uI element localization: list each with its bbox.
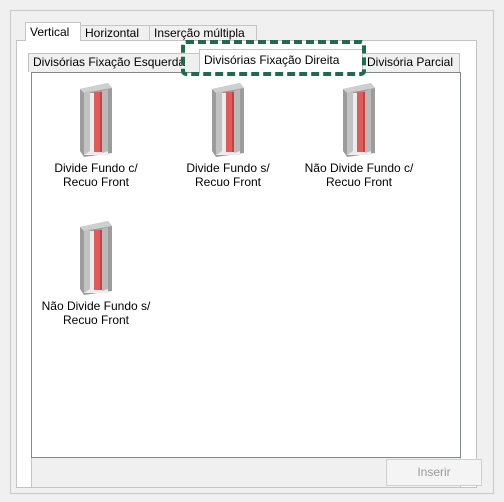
list-item-divide-fundo-s-recuo[interactable]: Divide Fundo s/ Recuo Front	[168, 83, 288, 189]
item-label-line1: Não Divide Fundo s/	[41, 299, 151, 313]
item-label-line2: Recuo Front	[325, 175, 393, 189]
list-item-divide-fundo-c-recuo[interactable]: Divide Fundo c/ Recuo Front	[36, 83, 156, 189]
tab-horizontal[interactable]: Horizontal	[80, 25, 150, 41]
cabinet-divider-icon	[343, 83, 375, 157]
tab-insercao-multipla[interactable]: Inserção múltipla	[149, 25, 257, 41]
tab-divisoria-parcial[interactable]: Divisória Parcial	[362, 53, 460, 72]
item-label-line2: Recuo Front	[62, 313, 130, 327]
insert-button[interactable]: Inserir	[386, 459, 482, 486]
list-item-nao-divide-fundo-c-recuo[interactable]: Não Divide Fundo c/ Recuo Front	[299, 83, 419, 189]
item-label-line2: Recuo Front	[194, 175, 262, 189]
item-label-line1: Não Divide Fundo c/	[304, 161, 414, 175]
item-label-line1: Divide Fundo s/	[186, 161, 270, 175]
list-item-nao-divide-fundo-s-recuo[interactable]: Não Divide Fundo s/ Recuo Front	[36, 221, 156, 327]
item-label-line2: Recuo Front	[62, 175, 130, 189]
item-label-line1: Divide Fundo c/	[54, 161, 138, 175]
tab-vertical[interactable]: Vertical	[25, 22, 81, 41]
item-list-view: Divide Fundo c/ Recuo Front Divide Fundo…	[31, 72, 461, 458]
cabinet-divider-icon	[212, 83, 244, 157]
tab-divisorias-fixacao-esquerda[interactable]: Divisórias Fixação Esquerda	[28, 53, 200, 72]
tab-divisorias-fixacao-direita[interactable]: Divisórias Fixação Direita	[199, 49, 363, 73]
cabinet-divider-icon	[80, 221, 112, 295]
cabinet-divider-icon	[80, 83, 112, 157]
